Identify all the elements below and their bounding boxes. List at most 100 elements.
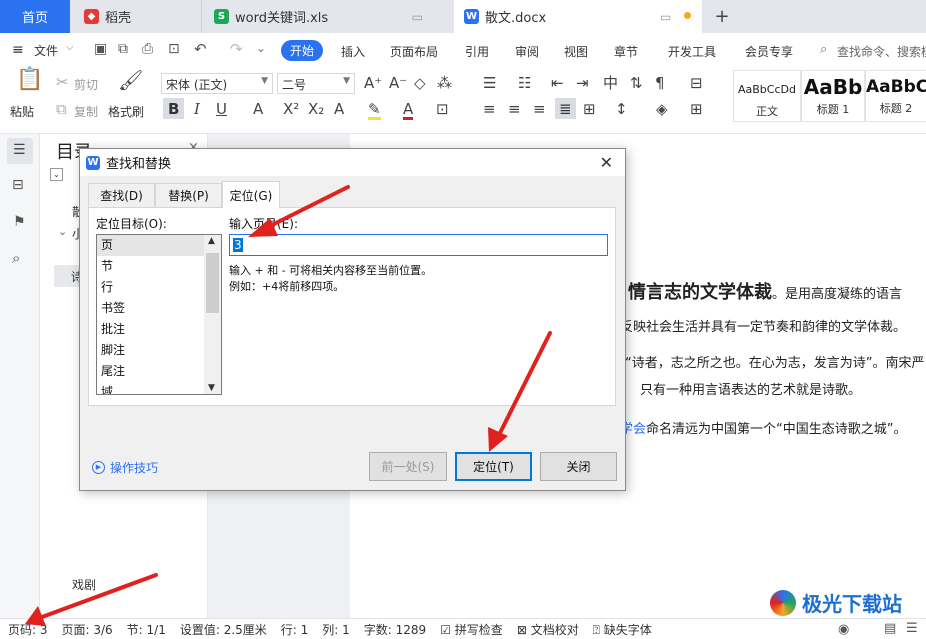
char-border-icon[interactable]: ⊡ <box>436 101 449 117</box>
chevron-down-icon[interactable]: ⌵ <box>66 42 74 53</box>
chevron-down-icon[interactable]: ⌄ <box>58 225 67 238</box>
command-search[interactable]: 查找命令、搜索模 <box>837 43 926 60</box>
style-heading1[interactable]: AaBb 标题 1 <box>801 70 865 122</box>
menu-chapter[interactable]: 章节 <box>614 43 638 60</box>
dialog-titlebar[interactable]: W 查找和替换 ✕ <box>80 149 625 176</box>
align-right-icon[interactable]: ≡ <box>533 101 546 117</box>
bold-button[interactable]: B <box>163 98 184 119</box>
superscript-icon[interactable]: X² <box>283 101 299 117</box>
chinese-layout-icon[interactable]: 中 <box>603 75 618 91</box>
list-item[interactable]: 页 <box>97 235 221 256</box>
menu-member[interactable]: 会员专享 <box>745 43 793 60</box>
paste-button[interactable]: 粘贴 <box>10 103 34 120</box>
status-col[interactable]: 列: 1 <box>322 621 350 638</box>
list-item[interactable]: 节 <box>97 256 221 277</box>
status-words[interactable]: 字数: 1289 <box>364 621 426 638</box>
outdent-icon[interactable]: ⇤ <box>551 75 564 91</box>
font-size-select[interactable]: 二号 ▼ <box>277 73 355 94</box>
tab-docx[interactable]: W 散文.docx ▭ <box>454 0 702 33</box>
paste-icon[interactable]: 📋 <box>16 69 43 91</box>
status-pages[interactable]: 页面: 3/6 <box>62 621 113 638</box>
preview-icon[interactable]: ⊡ <box>168 41 180 57</box>
chapter-icon[interactable]: ⊟ <box>12 177 24 193</box>
page-view-icon[interactable]: ▤ <box>884 621 896 636</box>
hamburger-icon[interactable]: ≡ <box>12 42 24 58</box>
underline-icon[interactable]: U <box>216 101 227 117</box>
redo-icon[interactable]: ↷ <box>230 40 243 58</box>
menu-review[interactable]: 审阅 <box>515 43 539 60</box>
indent-icon[interactable]: ⇥ <box>576 75 589 91</box>
format-painter-button[interactable]: 格式刷 <box>108 103 144 120</box>
list-item[interactable]: 行 <box>97 277 221 298</box>
toc-item[interactable]: 戏剧 <box>72 576 96 593</box>
style-normal[interactable]: AaBbCcDd 正文 <box>733 70 801 122</box>
text-effect-icon[interactable]: A <box>334 101 344 117</box>
align-center-icon[interactable]: ≡ <box>508 101 521 117</box>
strikethrough-icon[interactable]: A <box>253 101 263 117</box>
show-marks-icon[interactable]: ¶ <box>655 75 665 91</box>
close-icon[interactable]: ✕ <box>600 153 613 172</box>
menu-start[interactable]: 开始 <box>281 40 323 61</box>
distribute-icon[interactable]: ⊞ <box>583 101 596 117</box>
status-page-code[interactable]: 页码: 3 <box>8 621 48 638</box>
chevron-up-icon[interactable]: ▲ <box>208 236 215 246</box>
export-icon[interactable]: ⧉ <box>118 41 128 57</box>
style-heading2[interactable]: AaBbC 标题 2 <box>865 70 926 122</box>
grow-font-icon[interactable]: A⁺ <box>364 75 382 91</box>
font-color-icon[interactable]: A <box>403 101 414 120</box>
undo-icon[interactable]: ↶ <box>194 40 207 58</box>
bookmark-icon[interactable]: ⚑ <box>13 214 26 230</box>
more-icon[interactable]: ⌄ <box>256 41 266 55</box>
proofread-button[interactable]: ⊠ 文档校对 <box>517 621 579 638</box>
menu-reference[interactable]: 引用 <box>465 43 489 60</box>
list-item[interactable]: 脚注 <box>97 340 221 361</box>
collapse-all-icon[interactable]: ⌄ <box>50 168 63 181</box>
tab-goto[interactable]: 定位(G) <box>222 181 280 208</box>
sort-icon[interactable]: ⇅ <box>630 75 643 91</box>
cut-button[interactable]: 剪切 <box>74 76 98 93</box>
list-scrollbar[interactable]: ▲ ▼ <box>204 235 221 394</box>
save-icon[interactable]: ▣ <box>94 41 107 57</box>
toc-rail-button[interactable]: ☰ <box>7 138 33 164</box>
tips-link[interactable]: ▶ 操作技巧 <box>92 459 158 476</box>
status-row[interactable]: 行: 1 <box>281 621 309 638</box>
page-number-input[interactable]: 3 <box>229 234 608 256</box>
previous-button[interactable]: 前一处(S) <box>369 452 447 481</box>
new-tab-button[interactable]: + <box>712 0 732 33</box>
goto-button[interactable]: 定位(T) <box>455 452 532 481</box>
menu-insert[interactable]: 插入 <box>341 43 365 60</box>
print-icon[interactable]: ⎙ <box>142 41 153 57</box>
clear-format-icon[interactable]: ◇ <box>414 75 426 91</box>
monitor-icon[interactable]: ▭ <box>412 10 423 24</box>
menu-developer[interactable]: 开发工具 <box>668 43 716 60</box>
eye-icon[interactable]: ◉ <box>838 622 849 637</box>
tab-find[interactable]: 查找(D) <box>88 183 155 207</box>
menu-file[interactable]: 文件 <box>34 42 58 59</box>
numbering-icon[interactable]: ☷ <box>518 75 531 91</box>
font-name-select[interactable]: 宋体 (正文) ▼ <box>161 73 273 94</box>
chevron-down-icon[interactable]: ▼ <box>208 383 215 393</box>
highlight-icon[interactable]: ✎ <box>368 101 381 120</box>
menu-layout[interactable]: 页面布局 <box>390 43 438 60</box>
list-item[interactable]: 尾注 <box>97 361 221 382</box>
justify-button[interactable]: ≣ <box>555 98 576 119</box>
borders-icon[interactable]: ⊞ <box>690 101 703 117</box>
pinyin-icon[interactable]: ⁂ <box>437 75 452 91</box>
tab-daoke[interactable]: ◆ 稻壳 <box>72 0 200 33</box>
tab-ruler-icon[interactable]: ⊟ <box>690 75 703 91</box>
spell-check-button[interactable]: ☑ 拼写检查 <box>440 621 503 638</box>
outline-view-icon[interactable]: ☰ <box>906 621 918 636</box>
tab-home[interactable]: 首页 <box>0 0 70 33</box>
copy-button[interactable]: 复制 <box>74 103 98 120</box>
status-section[interactable]: 节: 1/1 <box>127 621 166 638</box>
line-spacing-icon[interactable]: ↕ <box>615 101 628 117</box>
target-listbox[interactable]: 页 节 行 书签 批注 脚注 尾注 域 ▲ ▼ <box>96 234 222 395</box>
scrollbar-thumb[interactable] <box>206 253 219 313</box>
list-item[interactable]: 书签 <box>97 298 221 319</box>
missing-font-button[interactable]: ⍰ 缺失字体 <box>593 621 652 638</box>
format-painter-icon[interactable]: 🖌 <box>118 70 143 90</box>
bullets-icon[interactable]: ☰ <box>483 75 496 91</box>
shrink-font-icon[interactable]: A⁻ <box>389 75 407 91</box>
menu-view[interactable]: 视图 <box>564 43 588 60</box>
shading-icon[interactable]: ◈ <box>656 101 668 117</box>
